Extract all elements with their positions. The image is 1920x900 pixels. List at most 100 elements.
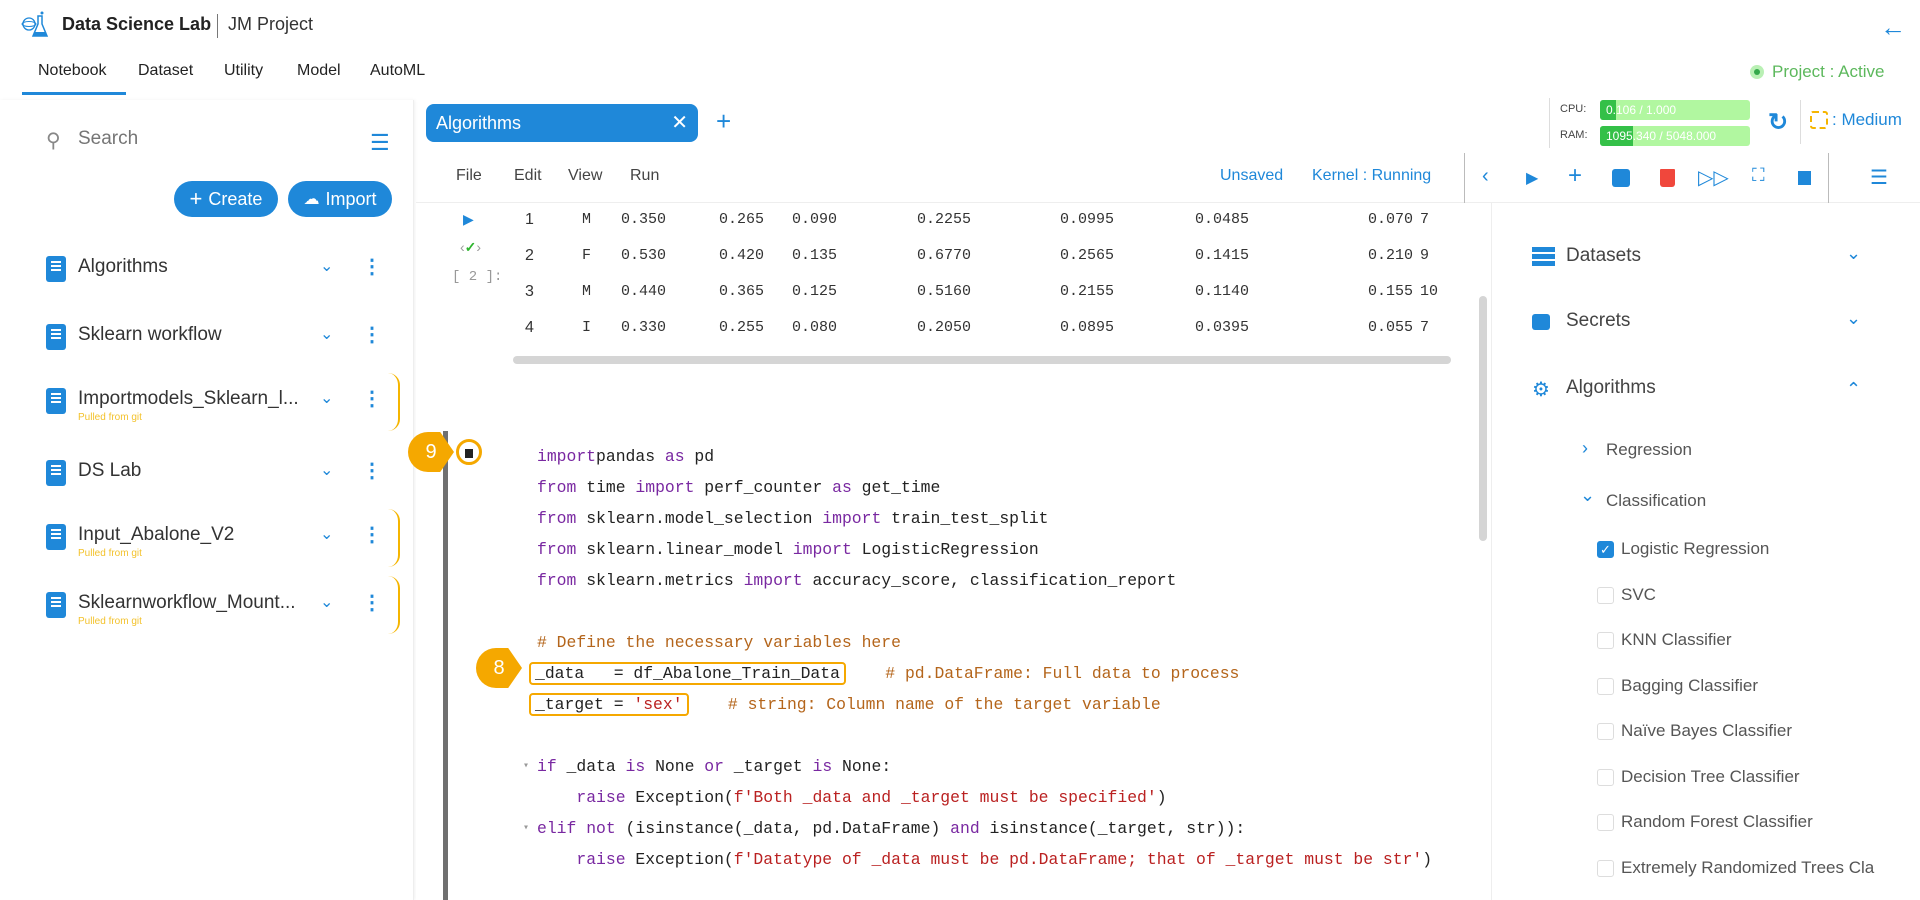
chevron-down-icon[interactable]: ⌄ [320, 592, 333, 612]
tab-label: Algorithms [436, 113, 522, 133]
stop-execution-icon[interactable] [456, 439, 482, 465]
notebook-tab-algorithms[interactable]: Algorithms ✕ [426, 104, 698, 142]
code-token: import [743, 571, 803, 590]
close-icon[interactable]: ✕ [671, 110, 688, 135]
checkbox[interactable] [1597, 632, 1614, 649]
add-tab-button[interactable]: + [716, 106, 731, 137]
chevron-right-icon: › [1582, 438, 1588, 458]
code-editor[interactable]: importpandas as pd from time import perf_… [523, 441, 1432, 875]
notebook-icon [46, 460, 66, 486]
table-row: 4 I 0.330 0.255 0.080 0.2050 0.0895 0.0395 0.055… [416, 319, 1488, 349]
checkbox[interactable]: ✓ [1597, 541, 1614, 558]
classifier-option[interactable]: KNN Classifier [1597, 630, 1917, 654]
code-token: raise [576, 850, 626, 869]
save-icon[interactable] [1612, 169, 1630, 187]
classifier-option[interactable]: Extremely Randomized Trees Cla [1597, 858, 1917, 882]
stop-icon[interactable] [1798, 171, 1811, 185]
notebook-item[interactable]: Sklearnworkflow_Mount... Pulled from git ⌄… [46, 586, 406, 636]
table-cell: 3 [525, 283, 534, 300]
fullscreen-icon[interactable]: ⛶ [1752, 165, 1765, 186]
nav-tab-automl[interactable]: AutoML [370, 62, 425, 80]
classifier-option[interactable]: Naïve Bayes Classifier [1597, 721, 1917, 745]
run-all-icon[interactable]: ▷▷ [1698, 165, 1729, 190]
classifier-option[interactable]: SVC [1597, 585, 1917, 609]
checkbox[interactable] [1597, 586, 1614, 604]
notebook-item[interactable]: Input_Abalone_V2 Pulled from git ⌄ ⋮ [46, 518, 406, 568]
panel-menu-icon[interactable]: ☰ [1870, 165, 1888, 190]
code-line: _data = df_Abalone_Train_Data # pd.DataF… [529, 658, 1432, 689]
menu-view[interactable]: View [568, 167, 602, 185]
create-button[interactable]: + Create [174, 181, 278, 217]
section-datasets[interactable]: Datasets ⌄ [1532, 243, 1872, 273]
chevron-down-icon[interactable]: ⌄ [320, 256, 333, 276]
delete-icon[interactable] [1660, 169, 1675, 187]
more-vert-icon[interactable]: ⋮ [362, 322, 382, 347]
highlighted-code: _target = 'sex' [529, 693, 689, 716]
chevron-down-icon: ⌄ [1580, 485, 1596, 505]
chevron-down-icon[interactable]: ⌄ [1846, 308, 1861, 329]
menu-file[interactable]: File [456, 167, 482, 185]
table-cell: 0.265 [719, 211, 765, 228]
classifier-option[interactable]: Random Forest Classifier [1597, 812, 1917, 836]
horizontal-scrollbar[interactable] [513, 356, 1451, 364]
nav-tab-utility[interactable]: Utility [224, 62, 263, 80]
menu-run[interactable]: Run [630, 167, 659, 185]
import-button[interactable]: ☁ Import [288, 181, 392, 217]
chevron-down-icon[interactable]: ⌄ [320, 388, 333, 408]
nav-tab-notebook[interactable]: Notebook [38, 62, 107, 80]
menu-edit[interactable]: Edit [514, 167, 542, 185]
back-arrow-icon[interactable]: ← [1880, 12, 1906, 43]
more-vert-icon[interactable]: ⋮ [362, 254, 382, 279]
chip-icon [1810, 111, 1828, 129]
code-token: Exception( [625, 788, 734, 807]
chevron-down-icon[interactable]: ⌄ [320, 324, 333, 344]
chevron-down-icon[interactable]: ⌄ [320, 460, 333, 480]
table-cell: 0.420 [719, 247, 765, 264]
more-vert-icon[interactable]: ⋮ [362, 386, 382, 411]
checkbox[interactable] [1597, 723, 1614, 740]
table-cell: I [582, 319, 592, 336]
refresh-icon[interactable]: ↻ [1768, 108, 1788, 137]
checkbox[interactable] [1597, 859, 1614, 877]
database-icon [1532, 247, 1555, 267]
fold-arrow-icon[interactable]: ▾ [523, 751, 529, 782]
more-vert-icon[interactable]: ⋮ [362, 522, 382, 547]
notebook-item[interactable]: DS Lab ⌄ ⋮ [46, 454, 406, 504]
notebook-item[interactable]: Importmodels_Sklearn_l... Pulled from git… [46, 382, 406, 432]
classifier-option[interactable]: Bagging Classifier [1597, 676, 1917, 700]
section-secrets[interactable]: Secrets ⌄ [1532, 308, 1872, 338]
code-line: from time import perf_counter as get_tim… [537, 472, 1432, 503]
run-cell-icon[interactable]: ▶ [1526, 168, 1538, 188]
fold-arrow-icon[interactable]: ▾ [523, 813, 529, 844]
code-line: raise Exception(f'Both _data and _target… [537, 782, 1432, 813]
chevron-left-icon[interactable]: ‹ [1482, 165, 1489, 188]
checkbox[interactable] [1597, 768, 1614, 786]
list-menu-icon[interactable]: ☰ [370, 130, 390, 156]
section-algorithms[interactable]: ⚙ Algorithms ⌃ [1532, 375, 1872, 405]
vertical-scrollbar[interactable] [1479, 296, 1487, 541]
notebook-item[interactable]: Algorithms ⌄ ⋮ [46, 250, 406, 300]
more-vert-icon[interactable]: ⋮ [362, 590, 382, 615]
nav-tab-model[interactable]: Model [297, 62, 341, 80]
notebook-name: Sklearnworkflow_Mount... [78, 592, 296, 613]
chevron-down-icon[interactable]: ⌄ [320, 524, 333, 544]
code-token: _target [723, 757, 813, 776]
notebook-item[interactable]: Sklearn workflow ⌄ ⋮ [46, 318, 406, 368]
nav-tab-dataset[interactable]: Dataset [138, 62, 193, 80]
classifier-option[interactable]: Decision Tree Classifier [1597, 767, 1917, 791]
classifier-option[interactable]: ✓ Logistic Regression [1597, 539, 1917, 563]
classifier-label: Naïve Bayes Classifier [1621, 721, 1793, 740]
section-label: Secrets [1566, 310, 1631, 331]
more-vert-icon[interactable]: ⋮ [362, 458, 382, 483]
chevron-up-icon[interactable]: ⌃ [1846, 379, 1861, 400]
cpu-text: 0.106 / 1.000 [1606, 103, 1677, 117]
checkbox[interactable] [1597, 677, 1614, 695]
code-token: LogisticRegression [851, 540, 1039, 559]
search-input[interactable] [78, 128, 348, 150]
table-cell: 7 [1420, 319, 1430, 336]
chevron-down-icon[interactable]: ⌄ [1846, 243, 1861, 264]
checkbox[interactable] [1597, 814, 1614, 831]
add-cell-icon[interactable]: + [1568, 162, 1582, 190]
